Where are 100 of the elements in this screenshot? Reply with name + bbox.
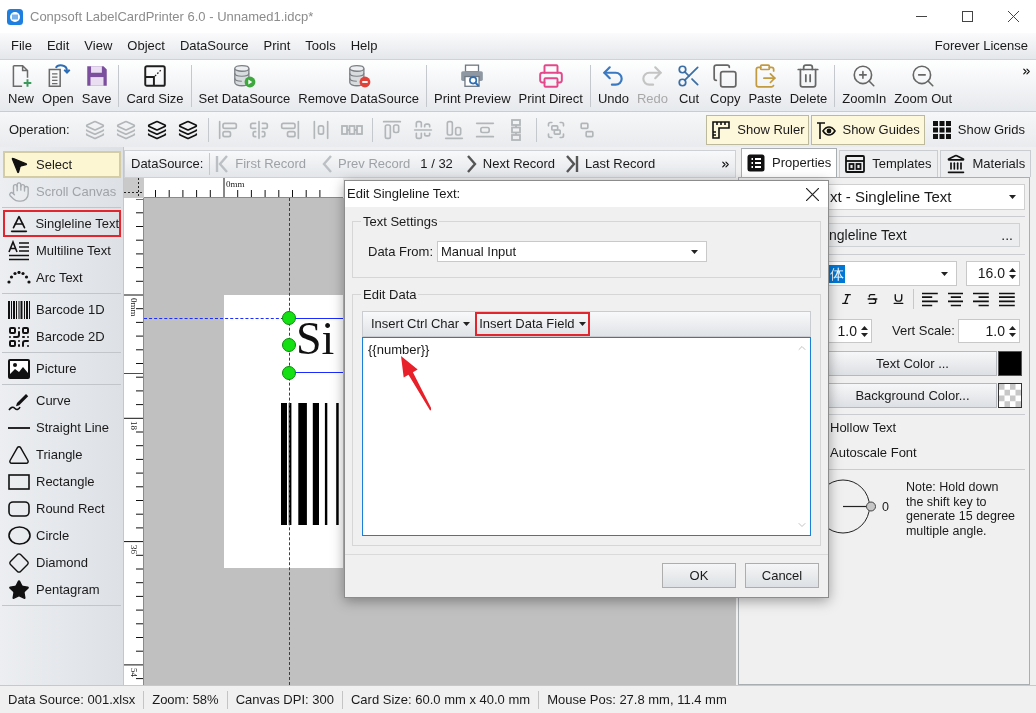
align-right-icon[interactable] <box>973 291 990 307</box>
license-label: Forever License <box>934 37 1028 56</box>
layers-icon[interactable] <box>178 119 199 140</box>
object-type-dropdown[interactable]: xt - Singleline Text <box>829 184 1025 210</box>
menu-item[interactable]: Edit <box>41 36 75 56</box>
toolbar-button[interactable]: Cut <box>672 63 707 109</box>
toolbar-button[interactable]: Set DataSource <box>194 63 295 109</box>
strikethrough-icon[interactable] <box>866 292 879 306</box>
trash-icon <box>795 63 822 89</box>
menu-item[interactable]: View <box>79 36 118 56</box>
hand-icon <box>8 180 30 203</box>
toolbar-button[interactable]: Open <box>38 63 78 109</box>
scale-spinner[interactable]: 1.0 <box>958 319 1020 343</box>
object-name-field[interactable]: ngleline Text ... <box>829 223 1020 247</box>
toolbar-button[interactable]: Print Direct <box>514 63 587 109</box>
align-center-icon[interactable] <box>947 291 964 307</box>
toolbar-button[interactable]: Zoom Out <box>890 63 957 109</box>
caret-icon <box>941 271 948 276</box>
spinner-arrows-icon[interactable] <box>861 324 868 338</box>
option-label[interactable]: Autoscale Font <box>830 442 917 463</box>
tool-item[interactable]: Select <box>3 151 121 178</box>
grid-icon <box>931 119 952 140</box>
panel-tab[interactable]: Materials <box>939 150 1032 177</box>
transparent-swatch-icon[interactable] <box>998 383 1022 408</box>
menu-item[interactable]: Print <box>258 36 296 56</box>
toolbar-button[interactable]: Print Preview <box>430 63 515 109</box>
multiline-text-icon <box>7 239 31 262</box>
toolbar-button[interactable]: Copy <box>706 63 745 109</box>
dialog-button[interactable]: Cancel <box>745 563 819 588</box>
tool-item[interactable]: Round Rect <box>3 495 121 522</box>
toolbar-button[interactable]: ZoomIn <box>838 63 891 109</box>
layers-icon[interactable] <box>147 119 168 140</box>
tool-item[interactable]: Pentagram <box>3 576 121 603</box>
toolbar-button[interactable]: Remove DataSource <box>294 63 423 109</box>
tool-item[interactable]: Barcode 2D <box>3 323 121 350</box>
italic-icon[interactable] <box>840 292 853 306</box>
canvas-text: Si <box>296 320 335 358</box>
toolbar-button[interactable]: Save <box>77 63 116 109</box>
toggle-button[interactable]: Show Ruler <box>706 114 810 145</box>
underline-icon[interactable] <box>891 292 905 306</box>
insert-menu-button[interactable]: Insert Ctrl Char <box>367 312 475 336</box>
ruler-label: 54 <box>129 667 139 677</box>
rectangle-icon <box>8 473 30 490</box>
menu-item[interactable]: DataSource <box>174 36 254 56</box>
chevron-right-icon <box>466 155 477 173</box>
angle-value: 0 <box>882 499 889 516</box>
insert-menu-button[interactable]: Insert Data Field <box>475 312 590 336</box>
rotation-note: Note: Hold down the shift key to generate 15 degree multiple angle. <box>905 480 1017 538</box>
record-button[interactable]: Next Record <box>464 154 558 174</box>
menu-item[interactable]: Help <box>345 36 383 56</box>
ruler-label: 0mm <box>129 298 139 317</box>
toggle-button[interactable]: Show Grids <box>926 114 1030 145</box>
tool-item[interactable]: Rectangle <box>3 468 121 495</box>
spinner-arrows-icon[interactable] <box>1009 324 1016 338</box>
color-button[interactable]: Text Color ... <box>829 351 997 376</box>
tool-item[interactable]: Triangle <box>3 441 121 468</box>
font-size-spinner[interactable]: 16.0 <box>966 261 1020 286</box>
toolbar-button[interactable]: Undo <box>593 63 633 109</box>
align-left-icon[interactable] <box>921 291 938 307</box>
record-button[interactable]: Last Record <box>563 154 658 174</box>
data-from-dropdown[interactable]: Manual Input <box>437 241 707 262</box>
tool-item[interactable]: Multiline Text <box>3 237 121 264</box>
color-swatch-icon[interactable] <box>998 351 1022 376</box>
option-label[interactable]: Hollow Text <box>830 417 897 438</box>
toolbar-button[interactable]: Paste <box>744 63 786 109</box>
menu-item[interactable]: Tools <box>300 36 341 56</box>
panel-tab[interactable]: Properties <box>741 148 838 177</box>
guides-eye-icon <box>816 119 837 140</box>
data-from-label: Data From: <box>368 242 433 261</box>
overflow-icon[interactable] <box>1021 66 1032 77</box>
status-item: Card Size: 60.0 mm x 40.0 mm <box>349 690 532 709</box>
toggle-button[interactable]: Show Guides <box>811 114 925 145</box>
toolbar-button[interactable]: Delete <box>785 63 832 109</box>
caret-icon <box>578 322 586 326</box>
menu-item[interactable]: File <box>6 36 37 56</box>
close-icon <box>1007 11 1019 22</box>
toolbar-button[interactable]: Card Size <box>122 63 188 109</box>
justify-icon[interactable] <box>999 291 1015 307</box>
skip-to-start-icon <box>215 155 230 173</box>
dialog-close-button[interactable] <box>805 187 819 201</box>
dialog-button[interactable]: OK <box>662 563 736 588</box>
tool-item[interactable]: Picture <box>3 355 121 382</box>
ruler-label: 36 <box>129 544 139 554</box>
tool-item[interactable]: Circle <box>3 522 121 549</box>
status-item: Data Source: 001.xlsx <box>7 690 137 709</box>
tool-item[interactable]: Straight Line <box>3 414 121 441</box>
scale-spinner[interactable]: 1.0 <box>829 319 872 343</box>
browse-button[interactable]: ... <box>1001 224 1013 246</box>
menu-item[interactable]: Object <box>122 36 170 56</box>
spinner-arrows-icon[interactable] <box>1009 267 1016 280</box>
toolbar-button[interactable]: New <box>4 63 38 109</box>
dial-handle[interactable] <box>866 501 876 512</box>
color-button[interactable]: Background Color... <box>829 383 997 408</box>
font-dropdown[interactable]: 体 <box>829 261 957 286</box>
tool-item[interactable]: Curve <box>3 387 121 414</box>
panel-tab[interactable]: Templates <box>839 150 938 177</box>
tool-item[interactable]: Diamond <box>3 549 121 576</box>
tool-item[interactable]: Barcode 1D <box>3 296 121 323</box>
tool-item[interactable]: Singleline Text <box>3 210 121 237</box>
tool-item[interactable]: Arc Text <box>3 264 121 291</box>
